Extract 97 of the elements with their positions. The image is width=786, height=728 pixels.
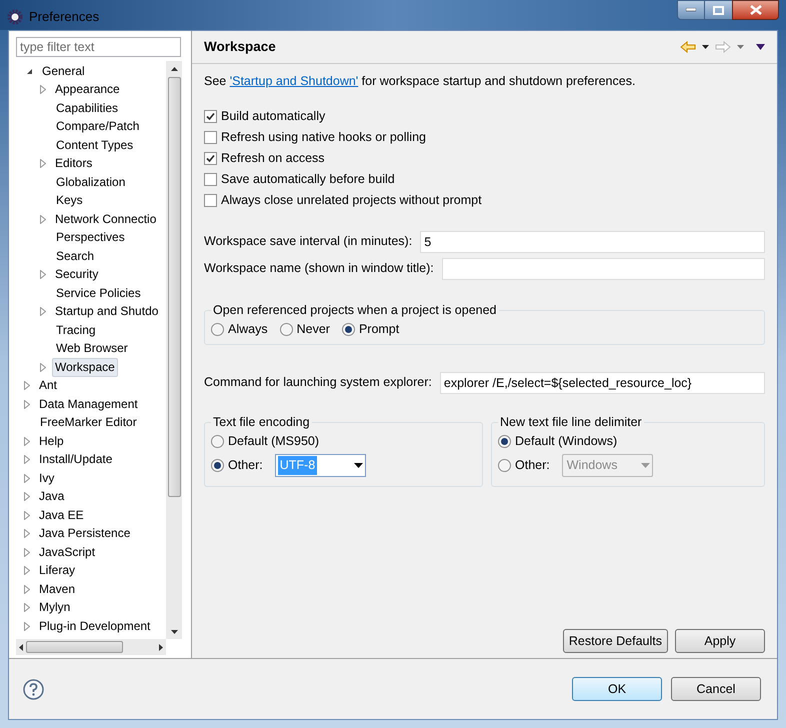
caret-icon[interactable] [702,45,709,49]
collapsed-arrow-icon[interactable] [40,270,46,280]
dropdown-caret-icon [354,463,363,468]
text-field[interactable]: 5 [420,230,765,252]
intro-text: See 'Startup and Shutdown' for workspace startup and shutdown preferences. [204,73,636,90]
maximize-button[interactable] [705,0,732,20]
tree-item[interactable]: Globalization [53,172,128,192]
tree-item[interactable]: Security [52,265,102,284]
tree-item[interactable]: Java [36,487,68,506]
page-button[interactable]: Apply [675,629,765,653]
checkbox[interactable] [204,110,217,123]
tree-item[interactable]: Java Persistence [36,524,134,544]
close-button[interactable] [732,0,779,20]
collapsed-arrow-icon[interactable] [40,159,46,168]
tree-item[interactable]: Help [36,432,67,451]
minimize-icon [686,8,696,12]
tree-item[interactable]: Appearance [52,80,123,100]
tree-item[interactable]: Plug-in Development [36,616,154,636]
gear-icon [7,8,23,25]
text-field[interactable] [442,258,765,280]
radio-button[interactable] [211,434,224,448]
forward-arrow-icon[interactable] [715,41,731,53]
tree-item[interactable]: Mylyn [36,598,74,618]
radio-button[interactable] [280,323,293,336]
tree-item[interactable]: Java EE [36,506,87,525]
text-field[interactable]: explorer /E,/select=${selected_resource_loc} [440,372,765,394]
page-title: Workspace [204,38,276,56]
tree-item[interactable]: Capabilities [53,98,122,118]
tree-item[interactable]: Startup and Shutdo [52,302,162,322]
checkbox[interactable] [204,152,217,165]
tree-item[interactable]: Perspectives [53,228,128,248]
vertical-scrollbar[interactable] [166,61,182,639]
tree-item[interactable]: Editors [52,154,96,174]
checkbox-label: Save automatically before build [221,171,395,188]
radio-label: Default (Windows) [515,432,618,450]
radio-button[interactable] [211,459,224,472]
tree-item[interactable]: Install/Update [36,450,116,470]
checkbox-label: Refresh on access [221,150,325,168]
filter-field[interactable]: type filter text [16,37,181,57]
radio-label: Always [228,321,268,338]
tree-item[interactable]: Search [53,246,98,266]
page-button[interactable]: Restore Defaults [562,629,668,653]
back-arrow-icon[interactable] [680,41,696,53]
radio-label: Other: [515,457,550,474]
checkbox[interactable] [204,131,217,144]
tree-item[interactable]: Keys [53,191,86,210]
radio-button[interactable] [342,323,355,336]
view-menu-icon[interactable] [756,44,765,50]
checkbox[interactable] [204,173,217,186]
radio-label: Other: [228,457,263,474]
scroll-down-icon[interactable] [170,630,178,634]
dialog-button[interactable]: Cancel [671,677,761,701]
tree-item[interactable]: Data Management [36,394,141,414]
tree-item[interactable]: Liferay [36,561,78,580]
field-label: Workspace name (shown in window title): [204,260,434,278]
field-label: Command for launching system explorer: [204,374,432,392]
tree-item[interactable]: Ant [36,376,60,396]
collapsed-arrow-icon[interactable] [40,362,46,372]
tree-item[interactable]: Compare/Patch [53,117,142,136]
scroll-left-icon[interactable] [19,644,23,650]
tree-item[interactable]: JavaScript [36,542,98,562]
radio-label: Default (MS950) [228,432,320,450]
tree-item[interactable]: Content Types [53,136,136,155]
startup-link[interactable]: 'Startup and Shutdown' [230,74,358,88]
radio-button[interactable] [211,323,224,336]
checkbox-label: Build automatically [221,108,326,126]
checkbox-label: Refresh using native hooks or polling [221,129,426,146]
radio-label: Prompt [358,321,400,338]
checkbox[interactable] [204,194,217,207]
maximize-icon [713,6,724,14]
collapsed-arrow-icon[interactable] [40,307,46,316]
tree-item[interactable]: Tracing [53,320,99,340]
field-label: Workspace save interval (in minutes): [204,233,412,250]
help-icon[interactable] [23,678,44,700]
radio-button[interactable] [498,434,511,448]
minimize-button[interactable] [677,0,705,20]
window-title: Preferences [29,8,100,26]
tree-item[interactable]: Web Browser [53,339,131,358]
tree-item[interactable]: Maven [36,580,78,599]
checkbox-label: Always close unrelated projects without prompt [221,192,482,210]
horizontal-scrollbar[interactable] [16,639,166,655]
dialog-button[interactable]: OK [572,677,662,701]
tree-item[interactable]: Service Policies [53,284,144,303]
tree-item[interactable]: FreeMarker Editor [37,413,140,432]
scroll-right-icon[interactable] [159,644,163,650]
radio-label: Never [296,321,330,338]
scroll-up-icon[interactable] [170,67,178,71]
expanded-arrow-icon[interactable] [26,68,33,75]
radio-button[interactable] [498,459,511,472]
collapsed-arrow-icon[interactable] [40,214,46,224]
collapsed-arrow-icon[interactable] [40,85,46,94]
dropdown-caret-icon [640,463,650,468]
tree-item[interactable]: Network Connectio [52,210,160,229]
tree-item[interactable]: Ivy [36,468,58,488]
close-icon [750,5,762,15]
tree-item[interactable]: General [39,62,88,81]
tree-item[interactable]: Workspace [52,358,118,377]
